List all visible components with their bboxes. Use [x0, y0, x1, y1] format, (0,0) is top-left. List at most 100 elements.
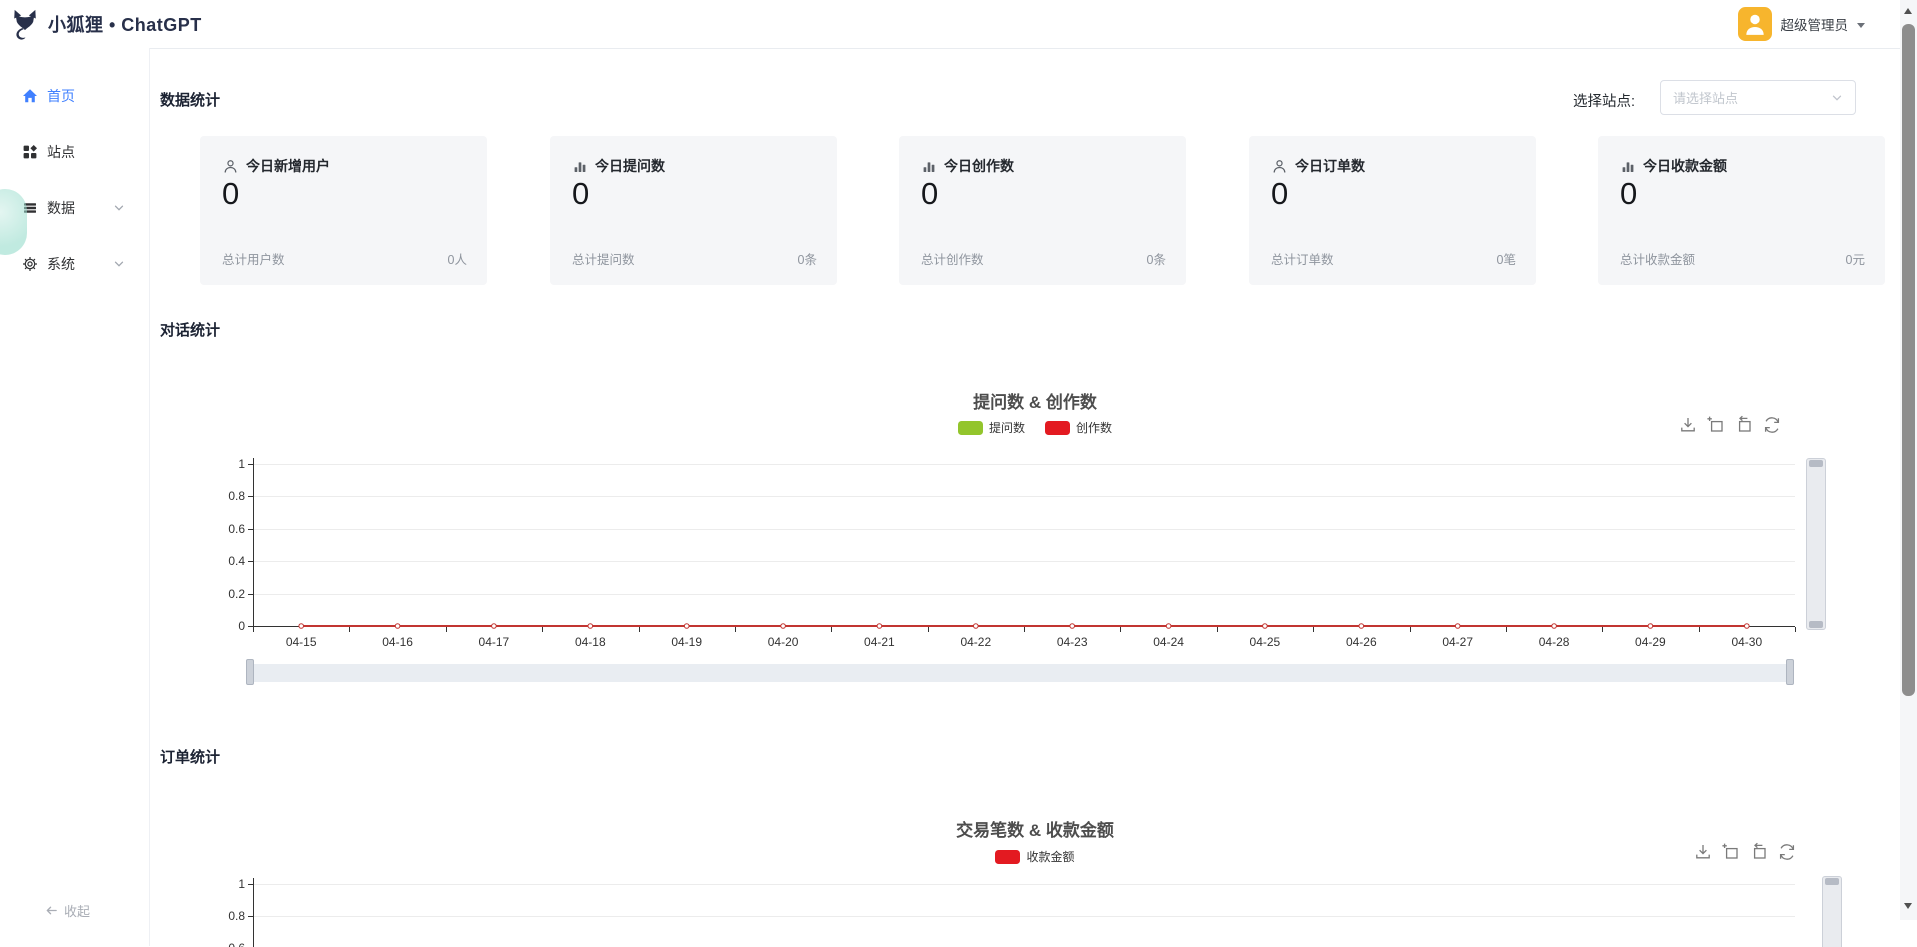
collapse-label: 收起 [64, 901, 90, 920]
gear-icon [22, 256, 38, 272]
stat-card: 今日创作数0 总计创作数 0条 [899, 136, 1186, 285]
scrollbar-down-arrow[interactable] [1904, 903, 1912, 909]
card-total-value: 0条 [1147, 249, 1166, 268]
horizontal-data-zoom-slider[interactable] [250, 664, 1790, 682]
data-zoom-handle[interactable] [1809, 460, 1823, 467]
chart-title: 交易笔数 & 收款金额 [185, 816, 1885, 841]
section-title-orders: 订单统计 [160, 746, 220, 767]
gridline [254, 496, 1795, 497]
data-zoom-icon[interactable] [1706, 415, 1726, 435]
data-zoom-icon[interactable] [1721, 842, 1741, 862]
x-axis-label: 04-17 [462, 635, 526, 649]
download-icon[interactable] [1693, 842, 1713, 862]
gridline [254, 529, 1795, 530]
legend-label: 提问数 [989, 419, 1025, 436]
y-axis-label: 1 [201, 457, 245, 471]
card-title: 今日订单数 [1295, 156, 1365, 176]
card-value: 0 [572, 176, 589, 212]
refresh-icon[interactable] [1777, 842, 1797, 862]
card-total-value: 0人 [448, 249, 467, 268]
x-axis-label: 04-24 [1137, 635, 1201, 649]
bar-chart-icon [572, 158, 588, 174]
card-value: 0 [921, 176, 938, 212]
legend-swatch [995, 850, 1020, 864]
legend-item[interactable]: 提问数 [958, 419, 1025, 436]
sidebar-item-sites[interactable]: 站点 [0, 124, 149, 180]
x-axis-label: 04-16 [366, 635, 430, 649]
scrollbar-thumb[interactable] [1902, 24, 1915, 696]
y-axis-label: 0.2 [201, 587, 245, 601]
card-header: 今日创作数 [921, 156, 1014, 176]
download-icon[interactable] [1678, 415, 1698, 435]
x-axis-tick [1217, 627, 1218, 632]
top-header: 小狐狸 • ChatGPT 超级管理员 [0, 0, 1917, 48]
gridline [254, 916, 1795, 917]
x-axis-tick [1699, 627, 1700, 632]
sidebar-item-home[interactable]: 首页 [0, 68, 149, 124]
stat-card: 今日提问数 0 总计提问数 0条 [550, 136, 837, 285]
x-axis-label: 04-22 [944, 635, 1008, 649]
card-total-value: 0笔 [1497, 249, 1516, 268]
card-footer: 总计提问数 0条 [572, 249, 817, 268]
y-axis-label: 0.4 [201, 554, 245, 568]
legend-item[interactable]: 收款金额 [995, 848, 1074, 865]
vertical-data-zoom-slider[interactable] [1806, 458, 1826, 630]
x-axis-tick [1795, 627, 1796, 632]
chart-legend: 收款金额 [185, 848, 1885, 865]
legend-label: 创作数 [1076, 419, 1112, 436]
card-value: 0 [1271, 176, 1288, 212]
site-select-label: 选择站点: [1573, 90, 1635, 111]
card-total-label: 总计提问数 [572, 249, 635, 268]
card-header: 今日订单数 [1271, 156, 1365, 176]
vertical-scrollbar[interactable] [1900, 0, 1917, 920]
vertical-data-zoom-slider[interactable] [1822, 876, 1842, 947]
y-axis-line [253, 878, 254, 947]
restore-icon[interactable] [1734, 415, 1754, 435]
x-axis-tick [1313, 627, 1314, 632]
card-header: 今日提问数 [572, 156, 665, 176]
data-zoom-handle[interactable] [1786, 659, 1794, 685]
stat-card: 今日收款金额0总计收款金额0元 [1598, 136, 1885, 285]
x-axis-tick [1602, 627, 1603, 632]
y-axis-label: 0.6 [201, 522, 245, 536]
restore-icon[interactable] [1749, 842, 1769, 862]
x-axis-label: 04-26 [1329, 635, 1393, 649]
sidebar-collapse-button[interactable]: 收起 [45, 901, 90, 920]
card-header: 今日新增用户 [222, 156, 330, 176]
card-total-label: 总计创作数 [921, 249, 984, 268]
card-total-label: 总计订单数 [1271, 249, 1334, 268]
card-header: 今日收款金额 [1620, 156, 1727, 176]
data-zoom-handle[interactable] [246, 659, 254, 685]
x-axis-tick [831, 627, 832, 632]
card-total-value: 0条 [798, 249, 817, 268]
data-zoom-handle[interactable] [1809, 621, 1823, 628]
user-name: 超级管理员 [1781, 14, 1849, 34]
section-title-conversation: 对话统计 [160, 319, 220, 340]
sidebar-item-label: 系统 [47, 254, 75, 274]
x-axis-tick [446, 627, 447, 632]
scrollbar-up-arrow[interactable] [1904, 8, 1912, 14]
legend-label: 收款金额 [1026, 848, 1074, 865]
card-footer: 总计用户数0人 [222, 249, 467, 268]
x-axis-label: 04-29 [1618, 635, 1682, 649]
sidebar-nav: 首页站点数据系统 [0, 48, 149, 292]
app-root: 小狐狸 • ChatGPT 超级管理员 首页站点数据系统 收起 数据统计 选择站… [0, 0, 1917, 946]
site-select-placeholder: 请选择站点 [1673, 88, 1831, 107]
brand[interactable]: 小狐狸 • ChatGPT [10, 0, 202, 48]
site-select-dropdown[interactable]: 请选择站点 [1660, 80, 1856, 115]
legend-item[interactable]: 创作数 [1045, 419, 1112, 436]
data-zoom-handle[interactable] [1825, 878, 1839, 885]
section-title-data-stats: 数据统计 [160, 89, 220, 110]
floating-widget[interactable] [0, 189, 27, 255]
refresh-icon[interactable] [1762, 415, 1782, 435]
arrow-left-icon [45, 904, 58, 917]
x-axis-tick [928, 627, 929, 632]
x-axis-tick [1506, 627, 1507, 632]
avatar [1738, 7, 1772, 41]
user-icon [222, 158, 239, 175]
card-footer: 总计创作数 0条 [921, 249, 1166, 268]
x-axis-tick [1120, 627, 1121, 632]
card-title: 今日提问数 [595, 156, 665, 176]
card-total-value: 0元 [1846, 249, 1865, 268]
user-menu[interactable]: 超级管理员 [1738, 0, 1866, 48]
